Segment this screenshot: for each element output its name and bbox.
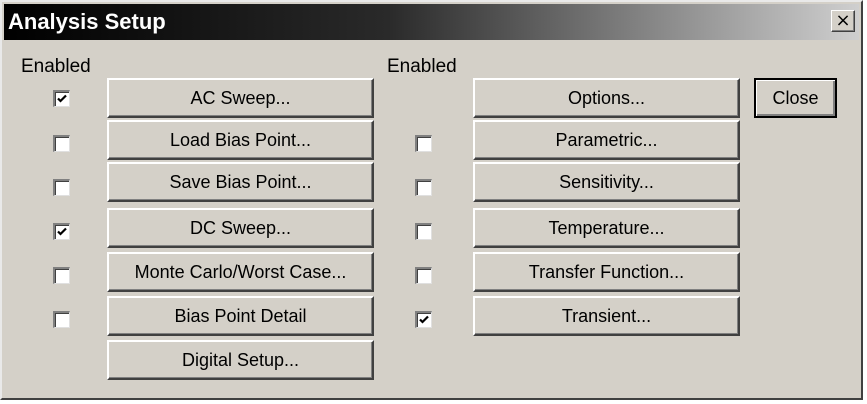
- checkbox-transfer-function[interactable]: [415, 267, 432, 284]
- check-mark-icon: [57, 227, 67, 236]
- left-enabled-header: Enabled: [21, 56, 91, 77]
- checkbox-load-bias-point[interactable]: [53, 135, 70, 152]
- checkbox-transient[interactable]: [415, 311, 432, 328]
- dc-sweep-button[interactable]: DC Sweep...: [107, 208, 374, 248]
- close-button[interactable]: Close: [754, 78, 837, 118]
- checkbox-save-bias-point[interactable]: [53, 179, 70, 196]
- load-bias-point-button[interactable]: Load Bias Point...: [107, 120, 374, 160]
- title-bar[interactable]: Analysis Setup ×: [4, 4, 859, 40]
- options-button[interactable]: Options...: [473, 78, 740, 118]
- checkbox-temperature[interactable]: [415, 223, 432, 240]
- checkbox-ac-sweep[interactable]: [53, 90, 70, 107]
- dialog-title: Analysis Setup: [8, 9, 166, 34]
- transient-button[interactable]: Transient...: [473, 296, 740, 336]
- temperature-button[interactable]: Temperature...: [473, 208, 740, 248]
- checkbox-bias-point-detail[interactable]: [53, 311, 70, 328]
- analysis-setup-dialog: Analysis Setup × Enabled AC Sweep... Loa…: [0, 0, 863, 400]
- checkbox-monte-carlo[interactable]: [53, 267, 70, 284]
- close-icon[interactable]: ×: [831, 10, 855, 32]
- check-mark-icon: [419, 315, 429, 324]
- save-bias-point-button[interactable]: Save Bias Point...: [107, 162, 374, 202]
- bias-point-detail-button[interactable]: Bias Point Detail: [107, 296, 374, 336]
- checkbox-sensitivity[interactable]: [415, 179, 432, 196]
- digital-setup-button[interactable]: Digital Setup...: [107, 340, 374, 380]
- checkbox-dc-sweep[interactable]: [53, 223, 70, 240]
- check-mark-icon: [57, 94, 67, 103]
- sensitivity-button[interactable]: Sensitivity...: [473, 162, 740, 202]
- right-enabled-header: Enabled: [387, 56, 457, 77]
- parametric-button[interactable]: Parametric...: [473, 120, 740, 160]
- ac-sweep-button[interactable]: AC Sweep...: [107, 78, 374, 118]
- checkbox-parametric[interactable]: [415, 135, 432, 152]
- monte-carlo-button[interactable]: Monte Carlo/Worst Case...: [107, 252, 374, 292]
- transfer-function-button[interactable]: Transfer Function...: [473, 252, 740, 292]
